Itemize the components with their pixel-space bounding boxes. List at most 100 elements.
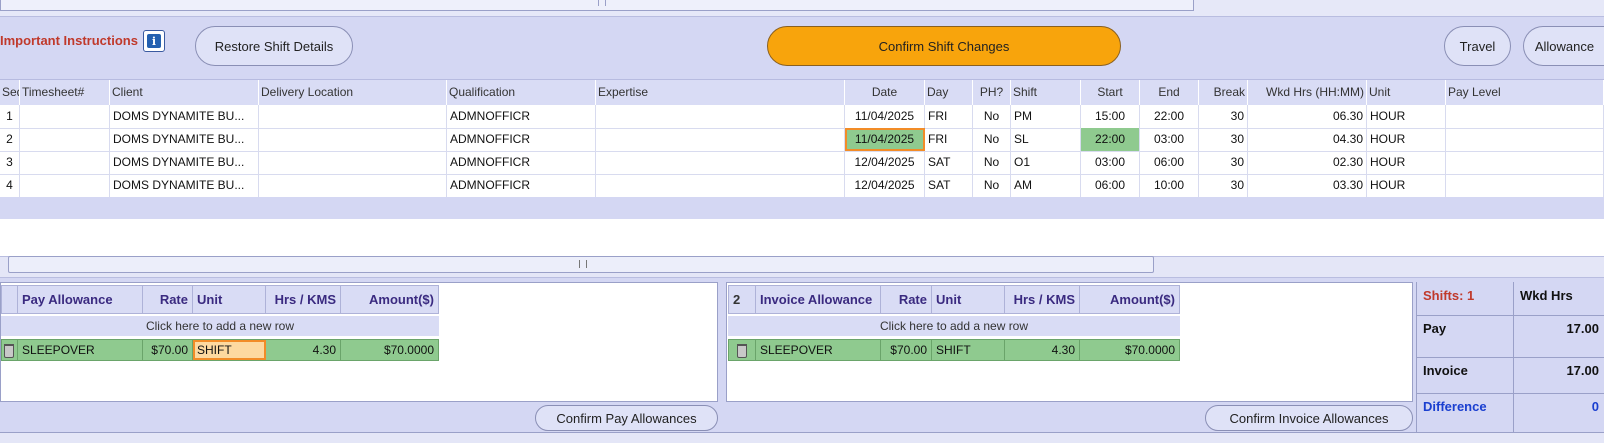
cell-break[interactable]: 30 <box>1199 151 1248 174</box>
table-row[interactable]: 3 DOMS DYNAMITE BU... ADMNOFFICR 12/04/2… <box>0 151 1604 175</box>
cell-date[interactable]: 11/04/2025 <box>845 105 925 128</box>
cell-delivery[interactable] <box>259 105 447 128</box>
pay-cell-amount[interactable]: $70.0000 <box>341 340 438 360</box>
cell-pay-level[interactable] <box>1446 151 1604 174</box>
col-unit[interactable]: Unit <box>1367 80 1446 105</box>
cell-expertise[interactable] <box>596 151 845 174</box>
cell-end[interactable]: 03:00 <box>1140 128 1199 151</box>
delete-button[interactable] <box>729 340 756 360</box>
cell-start[interactable]: 03:00 <box>1081 151 1140 174</box>
invoice-allowance-row[interactable]: SLEEPOVER $70.00 SHIFT 4.30 $70.0000 <box>728 339 1180 361</box>
cell-expertise[interactable] <box>596 105 845 128</box>
pay-col-hrs[interactable]: Hrs / KMS <box>266 286 341 313</box>
cell-delivery[interactable] <box>259 128 447 151</box>
cell-start-changed[interactable]: 22:00 <box>1081 128 1140 151</box>
cell-ph[interactable]: No <box>973 174 1011 197</box>
cell-qualification[interactable]: ADMNOFFICR <box>447 105 596 128</box>
pay-cell-rate[interactable]: $70.00 <box>143 340 193 360</box>
cell-shift[interactable]: SL <box>1011 128 1081 151</box>
inv-cell-rate[interactable]: $70.00 <box>881 340 932 360</box>
cell-start[interactable]: 15:00 <box>1081 105 1140 128</box>
delete-button[interactable] <box>2 340 18 360</box>
confirm-shift-changes-button[interactable]: Confirm Shift Changes <box>767 26 1121 66</box>
cell-date[interactable]: 12/04/2025 <box>845 174 925 197</box>
col-timesheet[interactable]: Timesheet# <box>20 80 110 105</box>
restore-shift-details-button[interactable]: Restore Shift Details <box>195 26 353 66</box>
inv-cell-unit[interactable]: SHIFT <box>932 340 1005 360</box>
cell-expertise[interactable] <box>596 128 845 151</box>
inv-cell-amount[interactable]: $70.0000 <box>1080 340 1179 360</box>
cell-ph[interactable]: No <box>973 105 1011 128</box>
col-delivery-location[interactable]: Delivery Location <box>259 80 447 105</box>
cell-pay-level[interactable] <box>1446 174 1604 197</box>
pay-cell-unit[interactable]: SHIFT <box>193 340 266 360</box>
cell-break[interactable]: 30 <box>1199 105 1248 128</box>
cell-pay-level[interactable] <box>1446 105 1604 128</box>
cell-end[interactable]: 06:00 <box>1140 151 1199 174</box>
col-client[interactable]: Client <box>110 80 259 105</box>
cell-break[interactable]: 30 <box>1199 174 1248 197</box>
cell-delivery[interactable] <box>259 174 447 197</box>
inv-cell-hrs[interactable]: 4.30 <box>1005 340 1080 360</box>
col-date[interactable]: Date <box>845 80 925 105</box>
col-end[interactable]: End <box>1140 80 1199 105</box>
top-scrollbar[interactable] <box>0 0 1194 11</box>
inv-col-amount[interactable]: Amount($) <box>1080 286 1179 313</box>
cell-timesheet[interactable] <box>20 151 110 174</box>
cell-timesheet[interactable] <box>20 105 110 128</box>
cell-delivery[interactable] <box>259 151 447 174</box>
info-button[interactable]: i <box>143 30 165 52</box>
cell-qualification[interactable]: ADMNOFFICR <box>447 128 596 151</box>
cell-date-selected[interactable]: 11/04/2025 <box>845 128 925 151</box>
inv-cell-name[interactable]: SLEEPOVER <box>756 340 881 360</box>
cell-shift[interactable]: AM <box>1011 174 1081 197</box>
cell-start[interactable]: 06:00 <box>1081 174 1140 197</box>
col-seq[interactable]: Seq <box>0 80 20 105</box>
col-shift[interactable]: Shift <box>1011 80 1081 105</box>
confirm-pay-allowances-button[interactable]: Confirm Pay Allowances <box>535 405 718 431</box>
table-row[interactable]: 1 DOMS DYNAMITE BU... ADMNOFFICR 11/04/2… <box>0 105 1604 129</box>
cell-unit[interactable]: HOUR <box>1367 174 1446 197</box>
cell-qualification[interactable]: ADMNOFFICR <box>447 174 596 197</box>
pay-col-name[interactable]: Pay Allowance <box>18 286 143 313</box>
cell-ph[interactable]: No <box>973 128 1011 151</box>
cell-client[interactable]: DOMS DYNAMITE BU... <box>110 128 259 151</box>
pay-add-row[interactable]: Click here to add a new row <box>1 316 439 336</box>
cell-client[interactable]: DOMS DYNAMITE BU... <box>110 174 259 197</box>
pay-col-amount[interactable]: Amount($) <box>341 286 438 313</box>
pay-col-unit[interactable]: Unit <box>193 286 266 313</box>
cell-timesheet[interactable] <box>20 128 110 151</box>
inv-col-rate[interactable]: Rate <box>881 286 932 313</box>
inv-col-name[interactable]: Invoice Allowance <box>756 286 881 313</box>
cell-shift[interactable]: O1 <box>1011 151 1081 174</box>
col-pay-level[interactable]: Pay Level <box>1446 80 1604 105</box>
cell-qualification[interactable]: ADMNOFFICR <box>447 151 596 174</box>
col-ph[interactable]: PH? <box>973 80 1011 105</box>
cell-unit[interactable]: HOUR <box>1367 128 1446 151</box>
cell-client[interactable]: DOMS DYNAMITE BU... <box>110 105 259 128</box>
confirm-invoice-allowances-button[interactable]: Confirm Invoice Allowances <box>1205 405 1413 431</box>
cell-ph[interactable]: No <box>973 151 1011 174</box>
cell-timesheet[interactable] <box>20 174 110 197</box>
allowance-button[interactable]: Allowance <box>1523 26 1604 66</box>
cell-unit[interactable]: HOUR <box>1367 151 1446 174</box>
col-day[interactable]: Day <box>925 80 973 105</box>
col-wkd-hrs[interactable]: Wkd Hrs (HH:MM) <box>1248 80 1367 105</box>
col-start[interactable]: Start <box>1081 80 1140 105</box>
pay-col-rate[interactable]: Rate <box>143 286 193 313</box>
table-row[interactable]: 4 DOMS DYNAMITE BU... ADMNOFFICR 12/04/2… <box>0 174 1604 198</box>
travel-button[interactable]: Travel <box>1444 26 1511 66</box>
col-expertise[interactable]: Expertise <box>596 80 845 105</box>
pay-cell-hrs[interactable]: 4.30 <box>266 340 341 360</box>
invoice-add-row[interactable]: Click here to add a new row <box>728 316 1180 336</box>
top-scrollbar-thumb[interactable] <box>598 0 606 6</box>
table-row[interactable]: 2 DOMS DYNAMITE BU... ADMNOFFICR 11/04/2… <box>0 128 1604 152</box>
pay-allowance-row[interactable]: SLEEPOVER $70.00 SHIFT 4.30 $70.0000 <box>1 339 439 361</box>
col-qualification[interactable]: Qualification <box>447 80 596 105</box>
cell-unit[interactable]: HOUR <box>1367 105 1446 128</box>
pay-cell-name[interactable]: SLEEPOVER <box>18 340 143 360</box>
cell-client[interactable]: DOMS DYNAMITE BU... <box>110 151 259 174</box>
inv-col-hrs[interactable]: Hrs / KMS <box>1005 286 1080 313</box>
cell-end[interactable]: 22:00 <box>1140 105 1199 128</box>
cell-date[interactable]: 12/04/2025 <box>845 151 925 174</box>
